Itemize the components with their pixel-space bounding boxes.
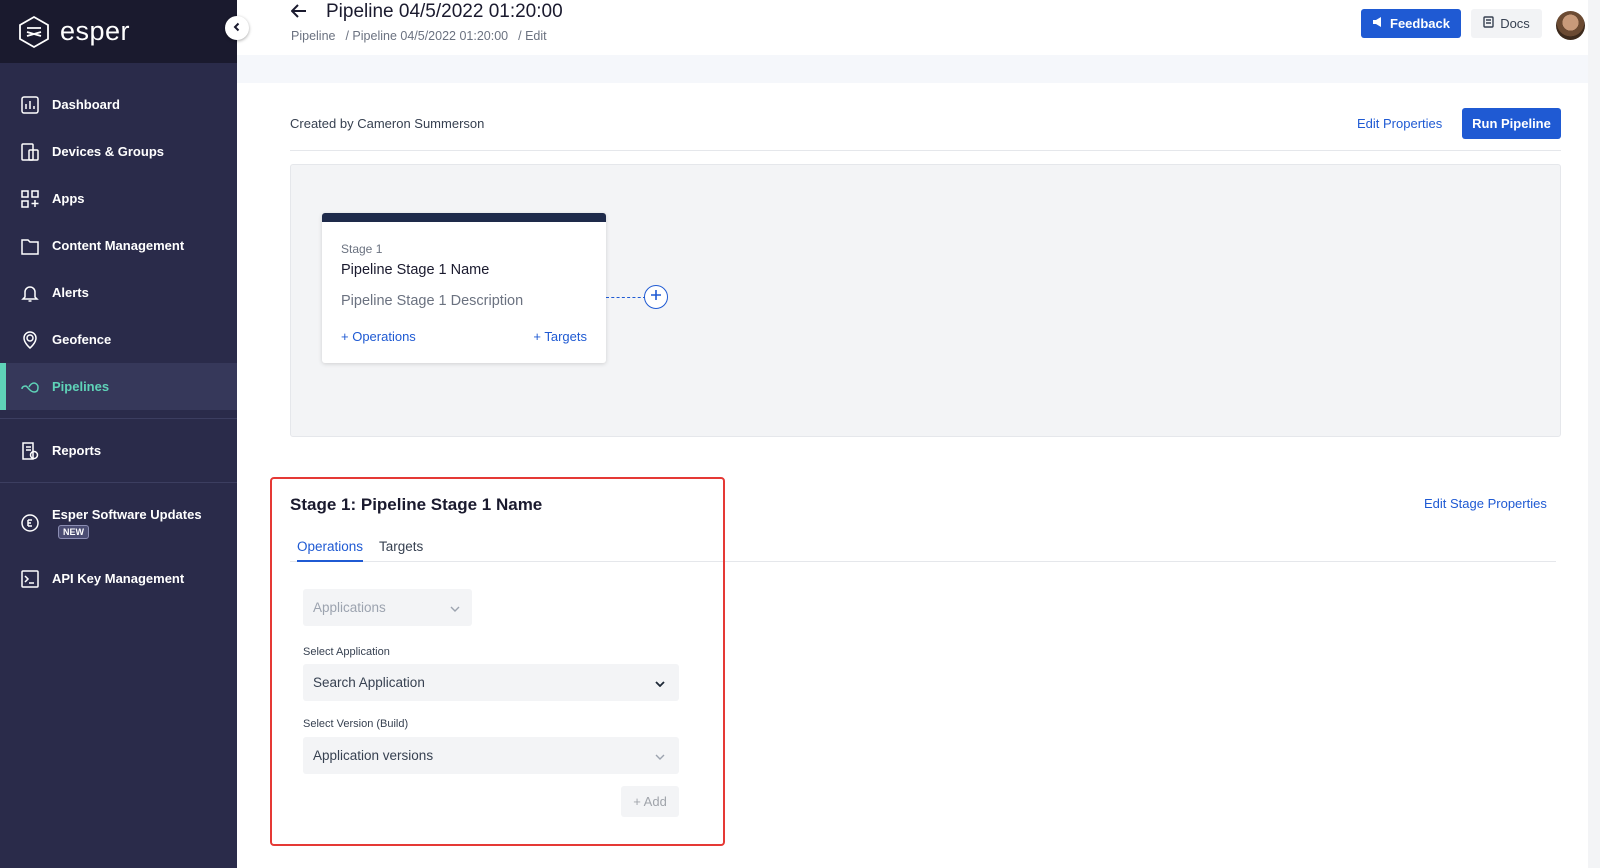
stage-name: Pipeline Stage 1 Name [341, 262, 490, 278]
sidebar-item-esper-software-updates[interactable]: Esper Software Updates NEW [0, 491, 237, 555]
breadcrumb-item[interactable]: / Pipeline 04/5/2022 01:20:00 [345, 29, 508, 43]
tab-operations[interactable]: Operations [297, 539, 364, 562]
chevron-down-icon [450, 600, 460, 615]
sidebar-item-api-key-management[interactable]: API Key Management [0, 555, 237, 602]
sidebar-nav: Dashboard Devices & Groups Apps Content … [0, 81, 237, 602]
pipeline-canvas: Stage 1 Pipeline Stage 1 Name Pipeline S… [290, 164, 1561, 437]
select-version-placeholder: Application versions [313, 748, 434, 763]
header-strip [237, 55, 1600, 83]
sidebar-item-devices-groups[interactable]: Devices & Groups [0, 128, 237, 175]
sidebar-item-label: Pipelines [52, 379, 110, 394]
esper-logo-icon [17, 15, 50, 49]
sidebar-divider [0, 482, 237, 483]
sidebar-divider [0, 418, 237, 419]
chevron-down-icon [655, 675, 665, 690]
sidebar-item-label: Reports [52, 443, 102, 458]
reports-icon [19, 440, 41, 462]
breadcrumb-item[interactable]: Pipeline [291, 29, 335, 43]
add-stage-button[interactable] [644, 285, 668, 309]
stage-label: Stage 1 [341, 242, 383, 256]
created-by-text: Created by Cameron Summerson [290, 116, 485, 131]
sidebar-item-label: Apps [52, 191, 85, 206]
stage-card-topbar [322, 213, 606, 222]
sidebar-item-label: Dashboard [52, 97, 120, 112]
add-operation-button[interactable]: + Add [621, 786, 679, 817]
stage-heading: Stage 1: Pipeline Stage 1 Name [290, 495, 543, 514]
app-root: esper Dashboard Devices & Groups Apps Co… [0, 0, 1600, 868]
megaphone-icon [1372, 16, 1384, 31]
operation-type-select[interactable]: Applications [303, 589, 472, 626]
bell-icon [19, 282, 41, 304]
sidebar-item-content-management[interactable]: Content Management [0, 222, 237, 269]
sidebar-item-alerts[interactable]: Alerts [0, 269, 237, 316]
select-application-dropdown[interactable]: Search Application [303, 664, 679, 701]
page-title: Pipeline 04/5/2022 01:20:00 [326, 1, 563, 22]
sidebar-item-label: API Key Management [52, 571, 185, 586]
add-operations-link[interactable]: + Operations [341, 329, 416, 344]
stage-tabs: Operations Targets [290, 535, 1556, 562]
brand[interactable]: esper [0, 0, 237, 63]
docs-label: Docs [1500, 16, 1530, 31]
stage-description: Pipeline Stage 1 Description [341, 293, 524, 309]
select-version-dropdown[interactable]: Application versions [303, 737, 679, 774]
chevron-down-icon [655, 748, 665, 763]
tab-targets[interactable]: Targets [379, 539, 423, 560]
scrollbar[interactable] [1588, 0, 1600, 868]
run-pipeline-button[interactable]: Run Pipeline [1462, 108, 1561, 139]
devices-icon [19, 141, 41, 163]
select-application-placeholder: Search Application [313, 675, 425, 690]
sidebar-item-geofence[interactable]: Geofence [0, 316, 237, 363]
chevron-left-icon [232, 19, 242, 37]
avatar[interactable] [1556, 11, 1585, 40]
apps-icon [19, 188, 41, 210]
brand-name: esper [60, 16, 131, 46]
dashboard-icon [19, 94, 41, 116]
sidebar-item-label: Devices & Groups [52, 144, 164, 159]
sidebar-item-pipelines[interactable]: Pipelines [0, 363, 237, 410]
sidebar-item-label: Esper Software Updates [52, 507, 202, 522]
edit-properties-link[interactable]: Edit Properties [1357, 116, 1442, 131]
geofence-icon [19, 329, 41, 351]
select-version-label: Select Version (Build) [303, 718, 409, 730]
sidebar-collapse-button[interactable] [225, 16, 249, 40]
docs-icon [1483, 16, 1494, 31]
sidebar-item-reports[interactable]: Reports [0, 427, 237, 474]
divider [290, 150, 1561, 151]
edit-stage-properties-link[interactable]: Edit Stage Properties [1424, 496, 1547, 511]
sidebar-item-label: Geofence [52, 332, 112, 347]
breadcrumb-item: / Edit [518, 29, 547, 43]
docs-button[interactable]: Docs [1471, 9, 1542, 38]
sidebar-item-text: Esper Software Updates NEW [52, 507, 202, 539]
new-badge: NEW [58, 525, 89, 539]
add-targets-link[interactable]: + Targets [533, 329, 587, 344]
stage-connector [606, 297, 646, 298]
sidebar-item-label: Alerts [52, 285, 89, 300]
page-header: Pipeline 04/5/2022 01:20:00 Pipeline / P… [237, 0, 1600, 55]
esper-updates-icon [19, 512, 41, 534]
operation-type-value: Applications [313, 600, 386, 615]
stage-card[interactable]: Stage 1 Pipeline Stage 1 Name Pipeline S… [322, 213, 606, 363]
feedback-label: Feedback [1390, 16, 1450, 31]
pipeline-icon [19, 376, 41, 398]
back-arrow-icon[interactable] [288, 0, 310, 22]
folder-icon [19, 235, 41, 257]
terminal-icon [19, 568, 41, 590]
plus-icon [650, 288, 662, 306]
breadcrumb: Pipeline / Pipeline 04/5/2022 01:20:00 /… [291, 29, 547, 43]
select-application-label: Select Application [303, 646, 390, 658]
sidebar-item-dashboard[interactable]: Dashboard [0, 81, 237, 128]
sidebar-item-apps[interactable]: Apps [0, 175, 237, 222]
sidebar: esper Dashboard Devices & Groups Apps Co… [0, 0, 237, 868]
sidebar-item-label: Content Management [52, 238, 185, 253]
feedback-button[interactable]: Feedback [1361, 9, 1461, 38]
